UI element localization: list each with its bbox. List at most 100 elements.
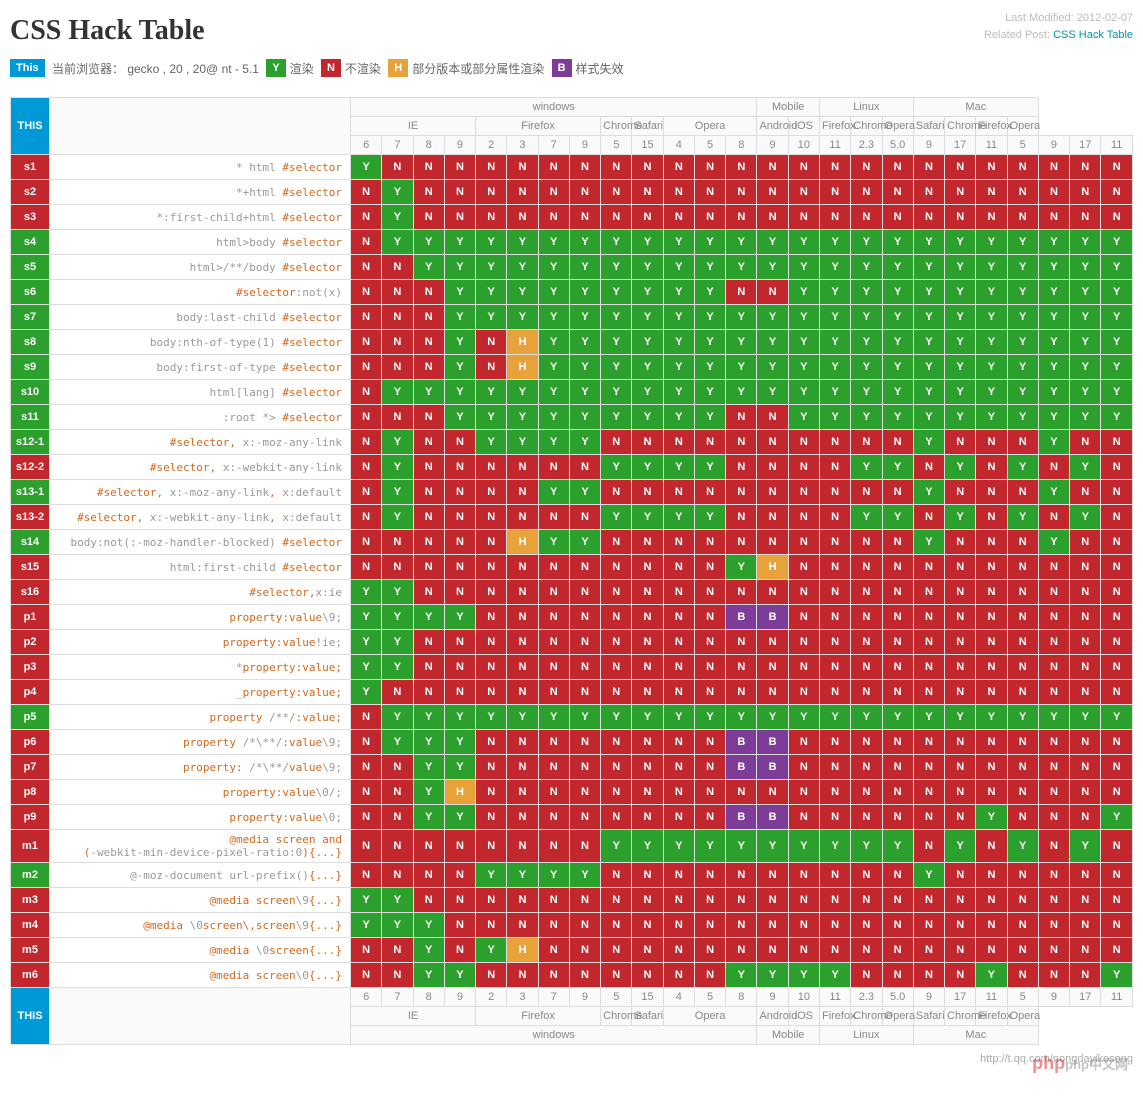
compat-cell: Y	[382, 655, 413, 680]
version-footer: 3	[507, 988, 538, 1007]
compat-cell: N	[351, 455, 382, 480]
compat-cell: Y	[757, 963, 788, 988]
compat-cell: N	[726, 205, 757, 230]
page-meta: Last Modified: 2012-02-07 Related Post: …	[984, 10, 1133, 43]
compat-cell: N	[1038, 938, 1069, 963]
compat-cell: N	[507, 155, 538, 180]
compat-cell: N	[444, 830, 475, 863]
compat-cell: Y	[663, 380, 694, 405]
compat-cell: N	[788, 805, 819, 830]
watermark: phpphp中文网	[1032, 1053, 1128, 1074]
compat-cell: N	[788, 630, 819, 655]
compat-cell: N	[476, 605, 507, 630]
compat-cell: Y	[1070, 830, 1101, 863]
compat-cell: Y	[444, 805, 475, 830]
compat-cell: Y	[632, 505, 663, 530]
compat-cell: Y	[413, 255, 444, 280]
version-footer: 2	[476, 988, 507, 1007]
compat-cell: N	[601, 605, 632, 630]
compat-cell: N	[538, 805, 569, 830]
row-id: p9	[11, 805, 50, 830]
browser-footer: Opera	[1007, 1007, 1038, 1026]
compat-cell: Y	[1007, 505, 1038, 530]
compat-cell: N	[788, 580, 819, 605]
compat-cell: Y	[351, 630, 382, 655]
compat-cell: N	[1101, 580, 1133, 605]
compat-cell: Y	[945, 505, 976, 530]
version-footer: 7	[538, 988, 569, 1007]
compat-cell: N	[819, 913, 850, 938]
compat-cell: Y	[913, 405, 944, 430]
compat-cell: N	[851, 530, 882, 555]
compat-cell: N	[694, 680, 725, 705]
compat-cell: N	[1101, 730, 1133, 755]
version-footer: 9	[757, 988, 788, 1007]
compat-cell: N	[1007, 913, 1038, 938]
hack-selector: html:first-child #selector	[50, 555, 351, 580]
compat-cell: N	[1101, 205, 1133, 230]
compat-cell: N	[1038, 555, 1069, 580]
row-id: s3	[11, 205, 50, 230]
compat-cell: Y	[1007, 280, 1038, 305]
compat-cell: N	[351, 330, 382, 355]
compat-cell: N	[663, 480, 694, 505]
compat-cell: Y	[382, 730, 413, 755]
compat-cell: Y	[694, 355, 725, 380]
compat-cell: N	[1038, 580, 1069, 605]
compat-cell: N	[945, 555, 976, 580]
compat-cell: Y	[694, 455, 725, 480]
compat-cell: N	[351, 755, 382, 780]
compat-cell: Y	[945, 355, 976, 380]
compat-cell: N	[1038, 180, 1069, 205]
compat-cell: Y	[851, 505, 882, 530]
compat-cell: N	[788, 680, 819, 705]
hack-selector: html>body #selector	[50, 230, 351, 255]
compat-cell: N	[945, 180, 976, 205]
row-id: p7	[11, 755, 50, 780]
compat-cell: N	[726, 180, 757, 205]
compat-cell: N	[851, 730, 882, 755]
compat-cell: N	[913, 830, 944, 863]
compat-cell: N	[476, 805, 507, 830]
compat-cell: Y	[444, 255, 475, 280]
version-footer: 11	[819, 988, 850, 1007]
compat-cell: N	[1101, 155, 1133, 180]
compat-cell: N	[882, 655, 913, 680]
compat-cell: Y	[632, 405, 663, 430]
hack-selector: body:first-of-type #selector	[50, 355, 351, 380]
this-header: THIS	[11, 98, 50, 155]
compat-cell: Y	[507, 405, 538, 430]
compat-cell: N	[632, 655, 663, 680]
compat-cell: N	[1038, 605, 1069, 630]
compat-cell: Y	[882, 505, 913, 530]
compat-cell: Y	[851, 355, 882, 380]
compat-cell: N	[726, 480, 757, 505]
compat-cell: N	[945, 655, 976, 680]
compat-cell: N	[1038, 505, 1069, 530]
compat-cell: N	[851, 205, 882, 230]
compat-cell: N	[476, 555, 507, 580]
hack-selector: @media \0screen\,screen\9{...}	[50, 913, 351, 938]
compat-cell: N	[538, 580, 569, 605]
compat-cell: N	[726, 530, 757, 555]
compat-cell: Y	[882, 280, 913, 305]
version-footer: 9	[1038, 988, 1069, 1007]
compat-cell: N	[913, 655, 944, 680]
compat-cell: Y	[1101, 705, 1133, 730]
compat-cell: N	[976, 530, 1007, 555]
compat-cell: N	[819, 780, 850, 805]
compat-cell: Y	[538, 430, 569, 455]
compat-cell: N	[788, 180, 819, 205]
compat-cell: Y	[945, 305, 976, 330]
compat-cell: Y	[819, 255, 850, 280]
compat-cell: N	[538, 655, 569, 680]
version-header: 7	[382, 136, 413, 155]
hack-selector: body:not(:-moz-handler-blocked) #selecto…	[50, 530, 351, 555]
compat-cell: N	[694, 913, 725, 938]
compat-cell: Y	[726, 330, 757, 355]
compat-cell: Y	[976, 805, 1007, 830]
compat-cell: N	[1007, 630, 1038, 655]
related-link[interactable]: CSS Hack Table	[1053, 29, 1133, 41]
row-id: s14	[11, 530, 50, 555]
compat-cell: N	[819, 480, 850, 505]
